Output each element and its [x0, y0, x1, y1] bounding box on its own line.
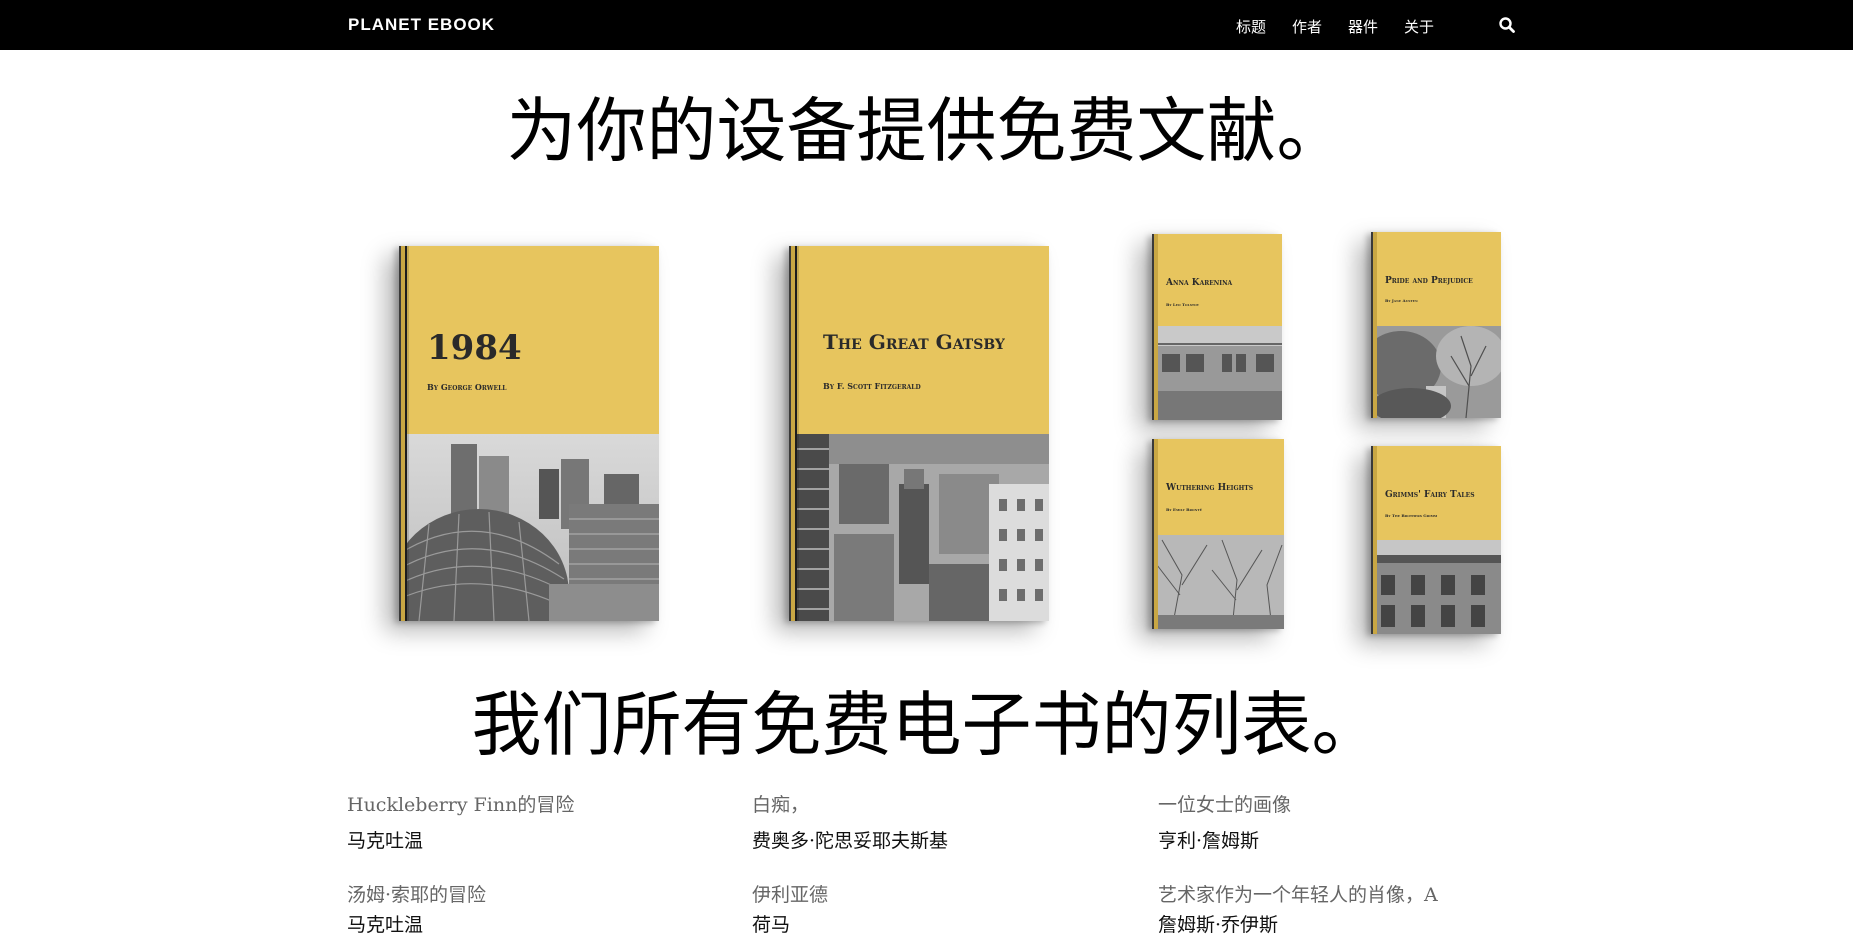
book-cover-pride-and-prejudice[interactable]: Pride and Prejudice By Jane Austen: [1371, 232, 1501, 418]
book-cover-wuthering-heights[interactable]: Wuthering Heights By Emily Brontë: [1152, 439, 1284, 629]
book-author: By The Brothers Grimm: [1385, 513, 1438, 518]
nav-devices[interactable]: 器件: [1348, 16, 1378, 37]
book-title: 1984: [427, 328, 522, 368]
book-spine: [1152, 439, 1158, 629]
book-title: Wuthering Heights: [1166, 483, 1254, 493]
list-item-author[interactable]: 荷马: [752, 912, 828, 938]
list-item-author[interactable]: 詹姆斯·乔伊斯: [1158, 912, 1438, 938]
search-icon: [1499, 17, 1515, 33]
cover-photo: [1152, 326, 1282, 420]
book-cover-anna-karenina[interactable]: Anna Karenina By Leo Tolstoy: [1152, 234, 1282, 420]
book-spine: [1152, 234, 1158, 420]
nav-authors[interactable]: 作者: [1292, 16, 1322, 37]
book-author: By Emily Brontë: [1166, 507, 1202, 512]
book-cover-great-gatsby[interactable]: The Great Gatsby By F. Scott Fitzgerald: [789, 246, 1049, 621]
hero-title: 为你的设备提供免费文献。: [506, 90, 1347, 172]
book-title: Pride and Prejudice: [1385, 276, 1473, 286]
list-item[interactable]: 艺术家作为一个年轻人的肖像，A 詹姆斯·乔伊斯: [1158, 882, 1438, 938]
cover-photo: [789, 434, 1049, 621]
book-author: By George Orwell: [427, 382, 507, 392]
list-item-author[interactable]: 马克吐温: [347, 828, 574, 854]
list-item-author[interactable]: 亨利·詹姆斯: [1158, 828, 1291, 854]
site-logo[interactable]: PLANET EBOOK: [348, 15, 495, 35]
list-item-title[interactable]: 白痴，: [752, 792, 948, 818]
cover-photo: [1371, 540, 1501, 634]
top-navbar: PLANET EBOOK 标题 作者 器件 关于: [0, 0, 1853, 50]
book-title: Anna Karenina: [1166, 278, 1233, 288]
book-cover-grimms-fairy-tales[interactable]: Grimms' Fairy Tales By The Brothers Grim…: [1371, 446, 1501, 634]
list-item[interactable]: 一位女士的画像 亨利·詹姆斯: [1158, 792, 1291, 854]
book-spine: [1371, 232, 1377, 418]
cover-photo: [1371, 326, 1501, 418]
book-spine: [399, 246, 409, 621]
list-item-author[interactable]: 马克吐温: [347, 912, 486, 938]
list-item-author[interactable]: 费奥多·陀思妥耶夫斯基: [752, 828, 948, 854]
main-nav: 标题 作者 器件 关于: [1236, 16, 1460, 37]
list-item-title[interactable]: 一位女士的画像: [1158, 792, 1291, 818]
book-title: Grimms' Fairy Tales: [1385, 490, 1475, 500]
list-item[interactable]: Huckleberry Finn的冒险 马克吐温: [347, 792, 574, 854]
search-button[interactable]: [1498, 16, 1516, 34]
nav-titles[interactable]: 标题: [1236, 16, 1266, 37]
nav-about[interactable]: 关于: [1404, 16, 1434, 37]
list-item-title[interactable]: 伊利亚德: [752, 882, 828, 908]
book-author: By F. Scott Fitzgerald: [823, 381, 921, 391]
cover-photo: [1152, 535, 1284, 629]
book-cover-1984[interactable]: 1984 By George Orwell: [399, 246, 659, 621]
book-author: By Leo Tolstoy: [1166, 302, 1199, 307]
book-list-title: 我们所有免费电子书的列表。: [471, 684, 1382, 766]
list-item-title[interactable]: Huckleberry Finn的冒险: [347, 792, 574, 818]
book-spine: [1371, 446, 1377, 634]
book-spine: [789, 246, 799, 621]
book-title: The Great Gatsby: [823, 330, 1005, 354]
list-item[interactable]: 汤姆·索耶的冒险 马克吐温: [347, 882, 486, 938]
list-item-title[interactable]: 艺术家作为一个年轻人的肖像，A: [1158, 882, 1438, 908]
list-item[interactable]: 伊利亚德 荷马: [752, 882, 828, 938]
book-author: By Jane Austen: [1385, 298, 1418, 303]
list-item[interactable]: 白痴， 费奥多·陀思妥耶夫斯基: [752, 792, 948, 854]
list-item-title[interactable]: 汤姆·索耶的冒险: [347, 882, 486, 908]
cover-photo: [399, 434, 659, 621]
